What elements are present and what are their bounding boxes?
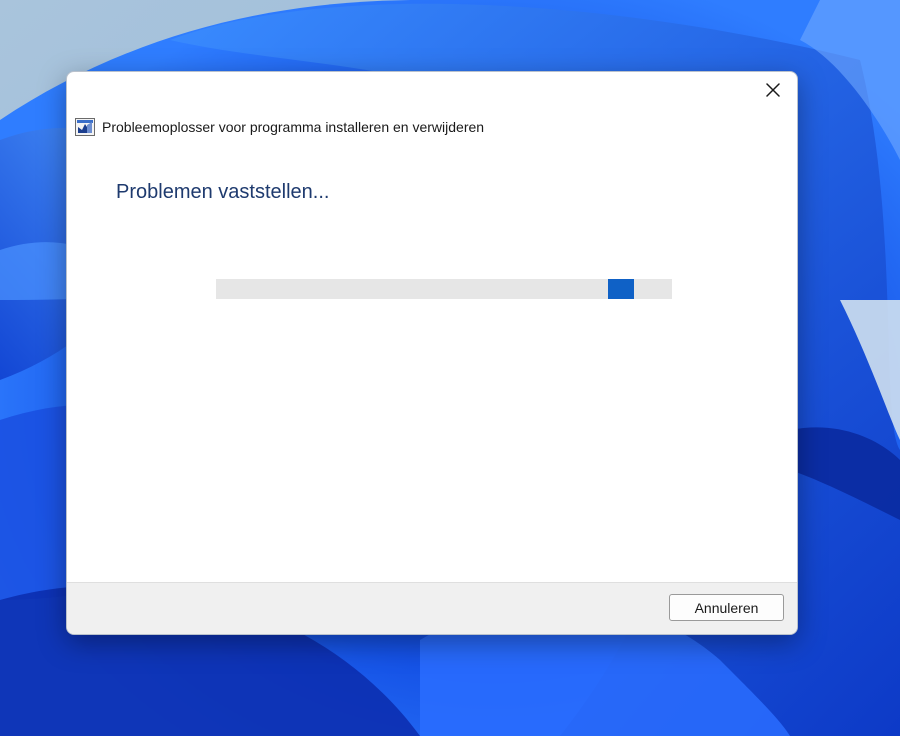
status-heading: Problemen vaststellen... [116,181,330,203]
dialog-title: Probleemoplosser voor programma installe… [102,119,485,135]
close-button[interactable] [757,76,789,104]
troubleshooter-dialog: Probleemoplosser voor programma installe… [66,71,798,635]
progress-bar [216,279,672,299]
cancel-button[interactable]: Annuleren [669,594,784,621]
troubleshooter-icon [75,118,95,136]
dialog-footer: Annuleren [67,582,797,634]
close-icon [766,83,780,97]
dialog-title-bar: Probleemoplosser voor programma installe… [75,118,484,136]
progress-indicator [608,279,634,299]
